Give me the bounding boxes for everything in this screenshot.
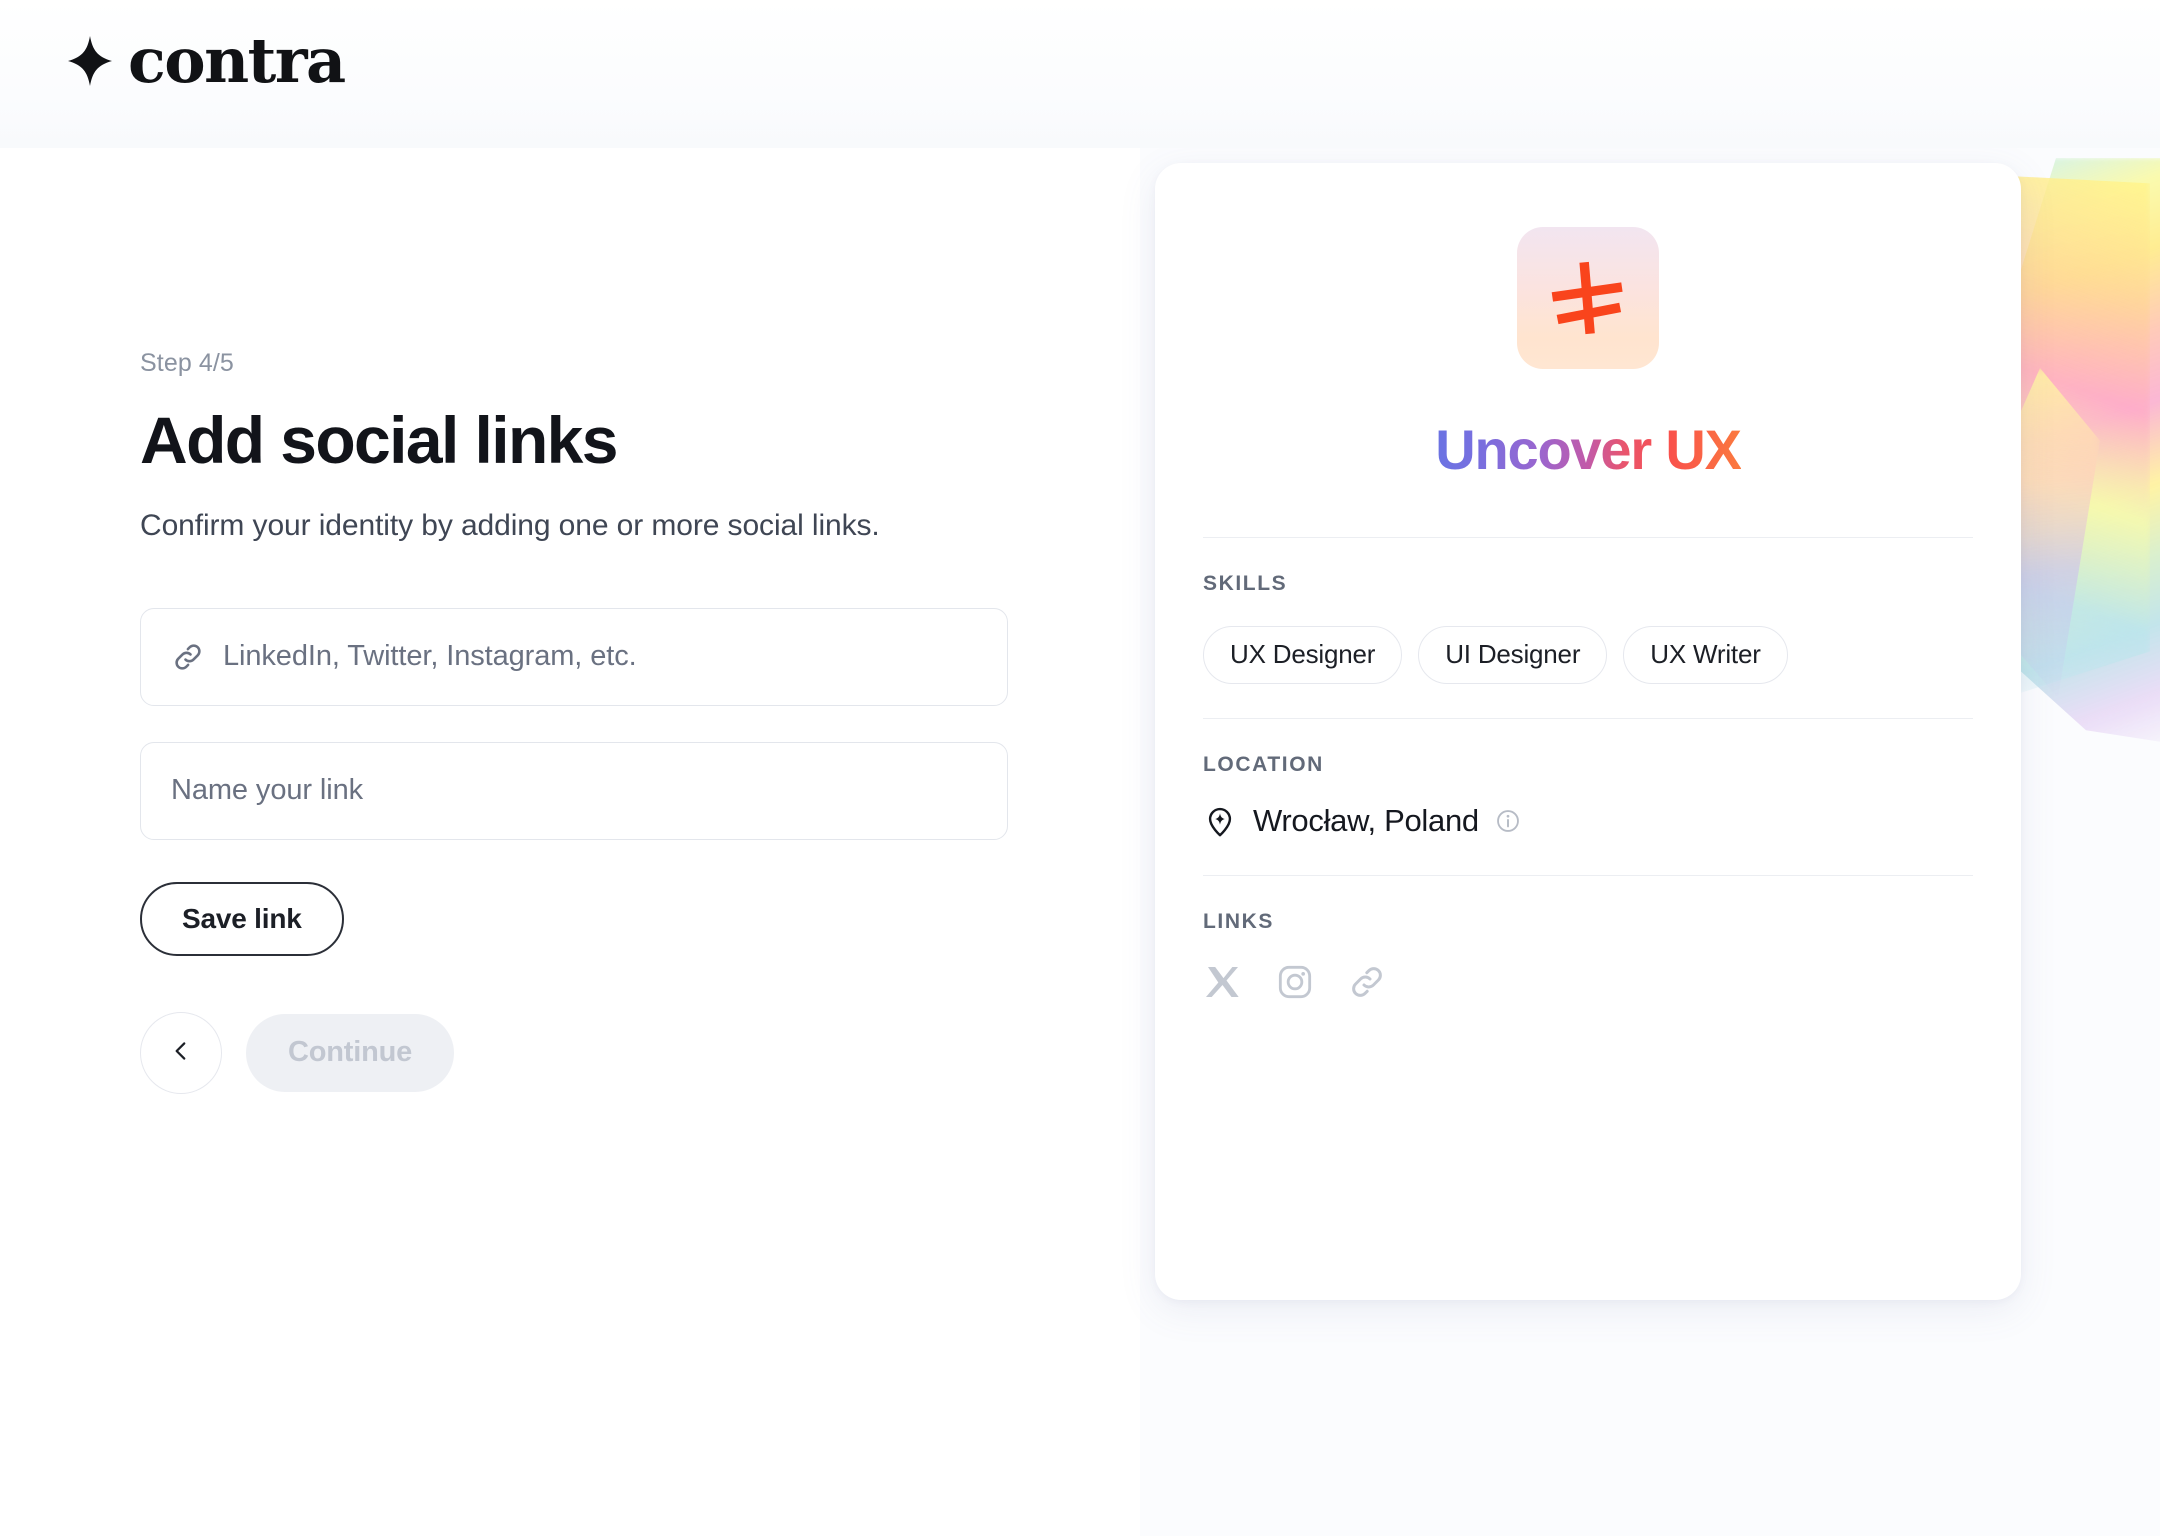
profile-preview-card: Uncover UX SKILLS UX Designer UI Designe… bbox=[1155, 163, 2021, 1300]
info-circle-icon[interactable] bbox=[1495, 808, 1521, 834]
skills-chip-list: UX Designer UI Designer UX Writer bbox=[1203, 625, 1973, 718]
skill-chip-label: UI Designer bbox=[1445, 639, 1581, 670]
x-twitter-icon[interactable] bbox=[1203, 962, 1243, 1002]
link-icon bbox=[171, 640, 205, 674]
brand-logo[interactable]: contra bbox=[68, 24, 346, 97]
links-icon-row bbox=[1203, 962, 1973, 1002]
page-subtitle: Confirm your identity by adding one or m… bbox=[140, 509, 880, 543]
location-value: Wrocław, Poland bbox=[1253, 802, 1479, 838]
links-label: LINKS bbox=[1203, 909, 1274, 933]
continue-button[interactable]: Continue bbox=[246, 1013, 455, 1092]
onboarding-pane: Step 4/5 Add social links Confirm your i… bbox=[0, 148, 1140, 1536]
social-link-placeholder: LinkedIn, Twitter, Instagram, etc. bbox=[223, 640, 637, 673]
skill-chip[interactable]: UX Writer bbox=[1623, 625, 1788, 684]
skills-section: SKILLS UX Designer UI Designer UX Writer bbox=[1155, 538, 2021, 718]
links-section: LINKS bbox=[1155, 876, 2021, 1002]
instagram-icon[interactable] bbox=[1275, 962, 1315, 1002]
asterisk-icon bbox=[1545, 255, 1631, 341]
back-button[interactable] bbox=[140, 1011, 222, 1094]
contra-sparkle-icon bbox=[68, 36, 112, 86]
profile-avatar bbox=[1517, 227, 1659, 369]
skill-chip-label: UX Designer bbox=[1230, 639, 1376, 670]
page-title: Add social links bbox=[140, 403, 618, 477]
profile-name: Uncover UX bbox=[1435, 418, 1742, 481]
location-row: Wrocław, Poland bbox=[1203, 803, 1973, 875]
skill-chip-label: UX Writer bbox=[1650, 639, 1761, 670]
page-root: contra Step 4/5 Add social links Confirm… bbox=[0, 0, 2160, 1536]
save-link-button[interactable]: Save link bbox=[140, 881, 344, 956]
app-header: contra bbox=[0, 0, 2160, 148]
location-section: LOCATION Wrocław, Poland bbox=[1155, 719, 2021, 875]
step-indicator: Step 4/5 bbox=[140, 349, 234, 377]
link-icon[interactable] bbox=[1347, 962, 1387, 1002]
social-links-form: Step 4/5 Add social links Confirm your i… bbox=[140, 348, 1020, 1094]
profile-header: Uncover UX bbox=[1155, 163, 2021, 481]
link-name-placeholder: Name your link bbox=[171, 774, 363, 807]
skill-chip[interactable]: UX Designer bbox=[1203, 625, 1403, 684]
save-link-label: Save link bbox=[182, 902, 302, 934]
location-pin-icon bbox=[1203, 804, 1237, 838]
social-link-input[interactable]: LinkedIn, Twitter, Instagram, etc. bbox=[140, 607, 1008, 706]
link-name-input[interactable]: Name your link bbox=[140, 741, 1008, 840]
brand-name: contra bbox=[128, 24, 346, 97]
skills-label: SKILLS bbox=[1203, 571, 1288, 595]
chevron-left-icon bbox=[168, 1038, 194, 1067]
continue-label: Continue bbox=[288, 1036, 413, 1069]
navigation-row: Continue bbox=[140, 1011, 1020, 1094]
location-label: LOCATION bbox=[1203, 752, 1324, 776]
skill-chip[interactable]: UI Designer bbox=[1418, 625, 1608, 684]
